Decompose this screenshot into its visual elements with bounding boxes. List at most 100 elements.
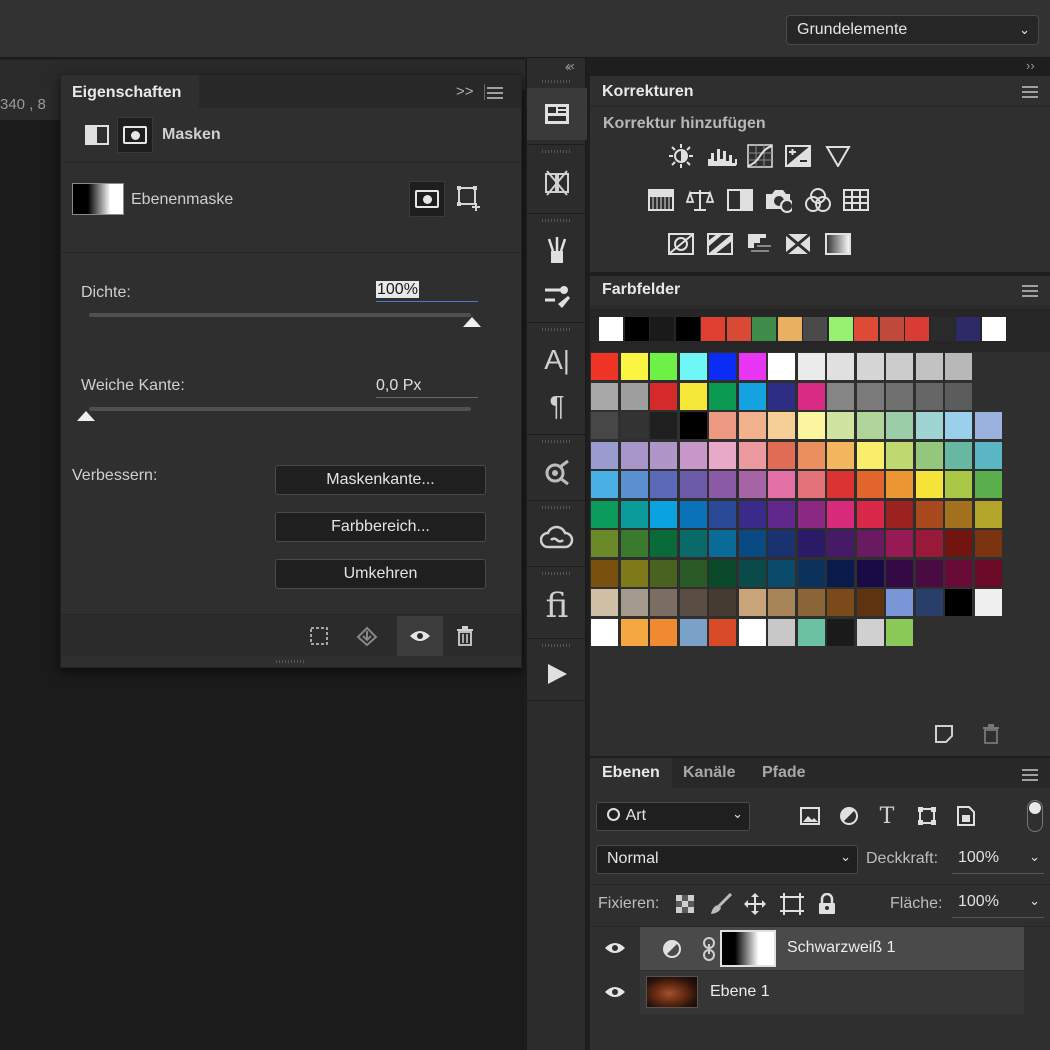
filter-smart-object-icon[interactable] bbox=[952, 802, 980, 830]
color-swatch[interactable] bbox=[886, 441, 913, 469]
color-swatch[interactable] bbox=[620, 559, 648, 587]
color-swatch[interactable] bbox=[974, 500, 1002, 528]
color-swatch[interactable] bbox=[797, 441, 825, 469]
layer-mask-thumbnail[interactable] bbox=[720, 930, 776, 967]
invert-button[interactable]: Umkehren bbox=[275, 559, 486, 589]
color-swatch[interactable] bbox=[797, 559, 825, 587]
color-swatch[interactable] bbox=[738, 441, 766, 469]
color-swatch[interactable] bbox=[650, 618, 677, 646]
color-swatch[interactable] bbox=[709, 500, 736, 528]
color-swatch[interactable] bbox=[974, 589, 1002, 616]
color-swatch[interactable] bbox=[945, 500, 972, 528]
color-swatch[interactable] bbox=[886, 382, 913, 410]
color-swatch[interactable] bbox=[709, 382, 736, 410]
color-swatch[interactable] bbox=[679, 589, 707, 616]
color-swatch[interactable] bbox=[738, 559, 766, 587]
color-swatch[interactable] bbox=[679, 471, 707, 498]
color-swatch[interactable] bbox=[827, 589, 854, 616]
color-swatch[interactable] bbox=[915, 382, 943, 410]
opacity-input[interactable]: 100% ⌄ bbox=[952, 846, 1044, 874]
recent-swatch[interactable] bbox=[981, 317, 1006, 341]
color-swatch[interactable] bbox=[709, 589, 736, 616]
color-swatch[interactable] bbox=[915, 471, 943, 498]
color-swatch[interactable] bbox=[738, 500, 766, 528]
photo-filter-icon[interactable] bbox=[764, 186, 792, 214]
color-swatch[interactable] bbox=[650, 500, 677, 528]
recent-swatch[interactable] bbox=[879, 317, 904, 341]
threshold-icon[interactable] bbox=[746, 230, 774, 258]
color-swatch[interactable] bbox=[827, 559, 854, 587]
blend-mode-select[interactable]: Normal ⌄ bbox=[596, 845, 858, 874]
eye-icon[interactable] bbox=[604, 985, 626, 1004]
color-swatch[interactable] bbox=[679, 353, 707, 380]
color-swatch[interactable] bbox=[856, 559, 884, 587]
color-swatch[interactable] bbox=[709, 559, 736, 587]
color-swatch[interactable] bbox=[679, 412, 707, 439]
recent-swatch[interactable] bbox=[777, 317, 802, 341]
color-swatch[interactable] bbox=[738, 530, 766, 557]
paragraph-icon[interactable]: ¶ bbox=[527, 380, 587, 432]
trash-icon[interactable] bbox=[982, 724, 1000, 749]
filter-adjustment-icon[interactable] bbox=[835, 802, 863, 830]
color-swatch[interactable] bbox=[620, 441, 648, 469]
layer-mask-icon[interactable] bbox=[117, 117, 153, 153]
exposure-icon[interactable] bbox=[784, 142, 812, 170]
color-swatch[interactable] bbox=[650, 589, 677, 616]
new-swatch-icon[interactable] bbox=[934, 724, 954, 749]
channel-mixer-icon[interactable] bbox=[804, 186, 832, 214]
color-swatch[interactable] bbox=[679, 500, 707, 528]
layer-filter-select[interactable]: Art ⌄ bbox=[596, 802, 750, 831]
color-swatch[interactable] bbox=[768, 382, 795, 410]
color-swatch[interactable] bbox=[591, 589, 618, 616]
color-swatch[interactable] bbox=[945, 412, 972, 439]
properties-panel-icon[interactable] bbox=[527, 88, 587, 140]
color-swatch[interactable] bbox=[709, 353, 736, 380]
recent-swatch[interactable] bbox=[675, 317, 700, 341]
color-swatch[interactable] bbox=[827, 500, 854, 528]
color-swatch[interactable] bbox=[768, 500, 795, 528]
color-swatch[interactable] bbox=[738, 412, 766, 439]
recent-swatch[interactable] bbox=[752, 317, 776, 341]
play-action-icon[interactable] bbox=[527, 648, 587, 700]
selective-color-icon[interactable] bbox=[784, 230, 812, 258]
color-swatch[interactable] bbox=[827, 618, 854, 646]
gradient-map-icon[interactable] bbox=[824, 230, 852, 258]
color-swatch[interactable] bbox=[591, 618, 618, 646]
vibrance-icon[interactable] bbox=[824, 142, 852, 170]
color-swatch[interactable] bbox=[620, 589, 648, 616]
filter-shape-icon[interactable] bbox=[913, 802, 941, 830]
feather-slider-track[interactable] bbox=[89, 407, 471, 411]
color-balance-icon[interactable] bbox=[686, 186, 714, 214]
collapse-dock-right-icon[interactable]: ›› bbox=[1026, 58, 1035, 73]
recent-swatch[interactable] bbox=[854, 317, 878, 341]
color-swatch[interactable] bbox=[591, 382, 618, 410]
color-swatch[interactable] bbox=[827, 353, 854, 380]
color-swatch[interactable] bbox=[620, 382, 648, 410]
color-swatch[interactable] bbox=[856, 500, 884, 528]
color-swatch[interactable] bbox=[797, 353, 825, 380]
color-swatch[interactable] bbox=[591, 559, 618, 587]
collapse-dock-left-icon[interactable]: ‹‹ bbox=[566, 58, 575, 73]
hue-saturation-icon[interactable] bbox=[647, 186, 675, 214]
tab-adjustments[interactable]: Korrekturen bbox=[602, 83, 694, 101]
panel-menu-icon[interactable] bbox=[1022, 285, 1038, 297]
color-swatch[interactable] bbox=[738, 618, 766, 646]
color-swatch[interactable] bbox=[797, 589, 825, 616]
add-vector-mask-icon[interactable] bbox=[454, 183, 484, 213]
eye-icon[interactable] bbox=[397, 616, 443, 656]
panel-menu-icon[interactable] bbox=[487, 87, 503, 99]
color-swatch[interactable] bbox=[974, 559, 1002, 587]
color-swatch[interactable] bbox=[856, 412, 884, 439]
color-swatch[interactable] bbox=[797, 412, 825, 439]
color-swatch[interactable] bbox=[679, 382, 707, 410]
density-slider-thumb[interactable] bbox=[463, 317, 481, 327]
color-swatch[interactable] bbox=[709, 618, 736, 646]
color-swatch[interactable] bbox=[768, 559, 795, 587]
color-swatch[interactable] bbox=[886, 589, 913, 616]
recent-swatch[interactable] bbox=[803, 317, 827, 341]
color-swatch[interactable] bbox=[709, 412, 736, 439]
color-swatch[interactable] bbox=[768, 353, 795, 380]
color-swatch[interactable] bbox=[650, 412, 677, 439]
recent-swatch[interactable] bbox=[956, 317, 980, 341]
color-swatch[interactable] bbox=[591, 530, 618, 557]
